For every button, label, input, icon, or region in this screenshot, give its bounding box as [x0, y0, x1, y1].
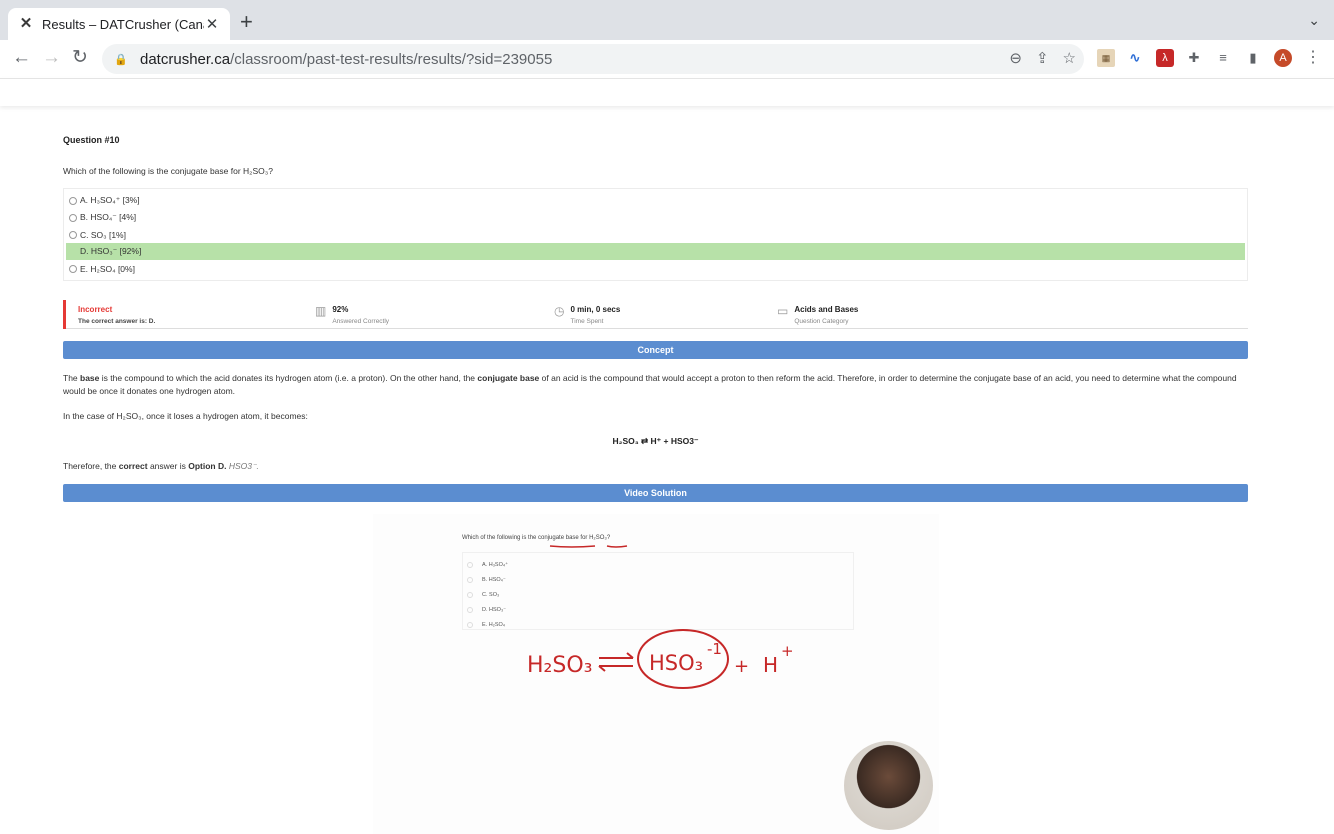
option-c[interactable]: C. SO₃ [1%] — [66, 226, 1245, 243]
underline-annotation — [549, 545, 628, 548]
profile-avatar[interactable]: A — [1274, 49, 1292, 67]
status-text: Incorrect — [78, 305, 113, 314]
option-d-correct[interactable]: D. HSO₃⁻ [92%] — [66, 243, 1245, 260]
close-tab-icon[interactable]: ✕ — [204, 15, 220, 33]
answer-options: A. H₃SO₄⁺ [3%] B. HSO₄⁻ [4%] C. SO₃ [1%]… — [63, 188, 1248, 281]
tab-bar: ✕ Results – DATCrusher (Canadia ✕ + ⌄ — [0, 0, 1334, 40]
reload-button[interactable]: ↻ — [72, 48, 88, 68]
category-stat: ▭ Acids and Bases Question Category — [777, 304, 859, 325]
bookmark-star-icon[interactable]: ☆ — [1063, 49, 1076, 67]
video-solution-bar[interactable]: Video Solution — [63, 484, 1248, 502]
correct-answer-text: The correct answer is: D. — [78, 318, 156, 325]
forward-button[interactable]: → — [42, 48, 61, 68]
option-e[interactable]: E. H₂SO₄ [0%] — [66, 260, 1245, 277]
tab-title: Results – DATCrusher (Canadia — [42, 16, 204, 32]
radio-icon — [467, 561, 473, 568]
radio-icon — [467, 606, 473, 613]
svg-text:-1: -1 — [707, 640, 722, 658]
bar-chart-icon: ▥ — [315, 304, 327, 318]
svg-text:H: H — [763, 653, 778, 677]
site-header — [0, 78, 1334, 106]
result-stats: Incorrect The correct answer is: D. ▥ 92… — [63, 300, 1248, 329]
zoom-icon[interactable]: ⊖ — [1009, 49, 1022, 67]
side-panel-icon[interactable]: ▮ — [1244, 49, 1262, 67]
reaction-equation: H₂SO₃ ⇄ H⁺ + HSO3⁻ — [612, 436, 699, 446]
concept-bar[interactable]: Concept — [63, 341, 1248, 359]
svg-text:+: + — [734, 656, 749, 677]
time-stat: ◷ 0 min, 0 secs Time Spent — [554, 304, 621, 325]
radio-icon — [467, 576, 473, 583]
radio-icon[interactable] — [69, 230, 77, 239]
svg-text:+: + — [781, 642, 794, 660]
tab-search-chevron-icon[interactable]: ⌄ — [1308, 12, 1320, 29]
share-icon[interactable]: ⇪ — [1036, 49, 1049, 67]
answer-paragraph: Therefore, the correct answer is Option … — [63, 461, 259, 471]
video-question-text: Which of the following is the conjugate … — [462, 535, 611, 541]
datcrusher-logo-icon: ✕ — [19, 15, 33, 32]
question-number: Question #10 — [63, 135, 120, 145]
reading-list-icon[interactable]: ≡ — [1214, 49, 1232, 67]
new-tab-button[interactable]: + — [240, 11, 253, 33]
question-text: Which of the following is the conjugate … — [63, 166, 273, 176]
result-status: Incorrect The correct answer is: D. — [63, 300, 155, 329]
wave-extension-icon[interactable]: ∿ — [1126, 49, 1144, 67]
radio-icon[interactable] — [69, 213, 77, 222]
option-b[interactable]: B. HSO₄⁻ [4%] — [66, 209, 1245, 226]
video-player[interactable]: Which of the following is the conjugate … — [373, 514, 939, 834]
radio-icon[interactable] — [69, 196, 77, 205]
option-a[interactable]: A. H₃SO₄⁺ [3%] — [66, 192, 1245, 209]
browser-tab[interactable]: ✕ Results – DATCrusher (Canadia ✕ — [8, 8, 230, 40]
clock-icon: ◷ — [554, 304, 565, 318]
case-paragraph: In the case of H₂SO₃, once it loses a hy… — [63, 411, 308, 421]
pdf-extension-icon[interactable]: λ — [1156, 49, 1174, 67]
radio-icon — [467, 621, 473, 628]
concept-paragraph: The base is the compound to which the ac… — [63, 373, 1237, 396]
extensions-puzzle-icon[interactable]: ✚ — [1185, 49, 1203, 67]
percent-stat: ▥ 92% Answered Correctly — [315, 304, 390, 325]
calendar-icon: ▭ — [777, 304, 789, 318]
calculator-extension-icon[interactable]: ▦ — [1097, 49, 1115, 67]
browser-toolbar: ← → ↻ 🔒 datcrusher.ca/classroom/past-tes… — [0, 40, 1334, 78]
radio-icon[interactable] — [69, 264, 77, 273]
svg-text:HSO₃: HSO₃ — [649, 651, 703, 675]
back-button[interactable]: ← — [12, 48, 31, 68]
url-host: datcrusher.ca — [140, 50, 231, 68]
handwritten-equation: H₂SO₃ HSO₃ -1 + H + — [527, 629, 794, 689]
lock-icon[interactable]: 🔒 — [114, 53, 128, 66]
instructor-webcam — [844, 741, 933, 830]
radio-icon — [467, 591, 473, 598]
url-path: /classroom/past-test-results/results/?si… — [230, 50, 553, 68]
svg-text:H₂SO₃: H₂SO₃ — [527, 653, 592, 678]
menu-kebab-icon[interactable]: ⋮ — [1304, 49, 1322, 67]
address-bar[interactable]: 🔒 datcrusher.ca/classroom/past-test-resu… — [102, 44, 1084, 74]
